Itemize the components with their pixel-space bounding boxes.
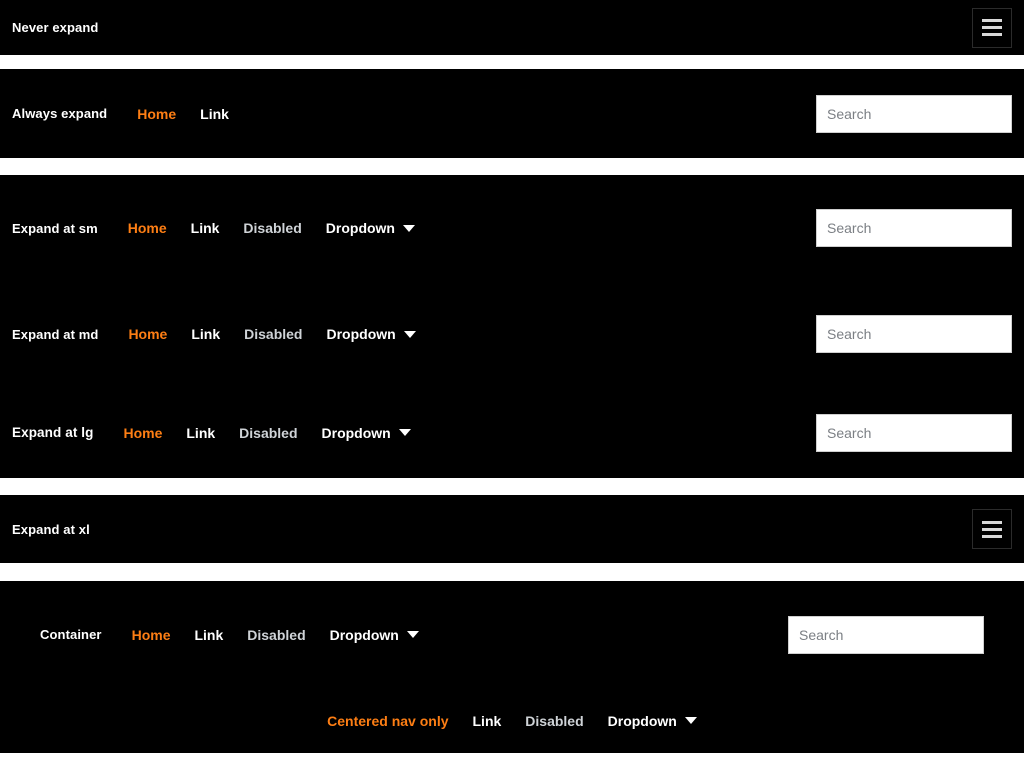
search-form <box>816 94 1012 133</box>
navbar-toggler-button[interactable] <box>972 509 1012 549</box>
navbar-inner: Always expand Home Link <box>12 94 1012 133</box>
search-form <box>788 615 984 654</box>
hamburger-icon-bar <box>982 26 1002 29</box>
nav-link-link[interactable]: Link <box>179 220 232 236</box>
nav-link-home[interactable]: Home <box>111 425 174 441</box>
chevron-down-icon <box>398 429 411 436</box>
hamburger-icon-bar <box>982 33 1002 36</box>
navbar-brand-expand-sm[interactable]: Expand at sm <box>12 221 98 236</box>
nav-link-dropdown-label: Dropdown <box>325 220 395 236</box>
navbar-expand-xl: Expand at xl <box>0 495 1024 563</box>
chevron-down-icon <box>403 330 416 338</box>
navbar-brand-expand-md[interactable]: Expand at md <box>12 327 98 342</box>
navbar-inner: Expand at xl <box>12 509 1012 549</box>
navbar-inner: Centered nav only Link Disabled Dropdown <box>12 713 1012 729</box>
nav-links: Home Link Disabled Dropdown <box>116 326 427 342</box>
nav-links: Home Link Disabled Dropdown <box>116 220 427 236</box>
search-input[interactable] <box>788 615 984 654</box>
navbar-always-expand: Always expand Home Link <box>0 69 1024 158</box>
nav-link-link[interactable]: Link <box>179 326 232 342</box>
nav-link-centered-nav-only[interactable]: Centered nav only <box>315 713 460 729</box>
nav-link-dropdown[interactable]: Dropdown <box>314 220 427 236</box>
nav-link-disabled: Disabled <box>243 220 302 236</box>
section-gap <box>0 158 1024 175</box>
navbar-inner: Never expand <box>12 7 1012 48</box>
navbar-never-expand: Never expand <box>0 0 1024 55</box>
navbar-brand-expand-lg[interactable]: Expand at lg <box>12 425 93 440</box>
nav-link-link[interactable]: Link <box>188 106 241 122</box>
section-gap <box>0 55 1024 69</box>
chevron-down-icon <box>403 224 415 232</box>
nav-link-link[interactable]: Link <box>461 713 514 729</box>
page-root: Never expand Always expand Home Link Exp… <box>0 0 1024 768</box>
search-form <box>816 413 1012 452</box>
navbar-expand-sm: Expand at sm Home Link Disabled Dropdown <box>0 175 1024 281</box>
hamburger-icon-bar <box>982 534 1002 538</box>
hamburger-icon-bar <box>982 520 1002 524</box>
search-form <box>816 315 1012 353</box>
nav-link-dropdown-label: Dropdown <box>607 712 677 729</box>
nav-link-dropdown-label: Dropdown <box>321 424 391 441</box>
navbar-brand-never-expand[interactable]: Never expand <box>12 20 98 35</box>
search-input[interactable] <box>816 315 1012 353</box>
navbar-centered: Centered nav only Link Disabled Dropdown <box>0 688 1024 753</box>
search-input[interactable] <box>816 209 1012 247</box>
chevron-down-icon <box>684 717 697 724</box>
hamburger-icon-bar <box>982 19 1002 22</box>
navbar-inner: Container Home Link Disabled Dropdown <box>40 615 984 654</box>
nav-link-dropdown-label: Dropdown <box>326 326 396 342</box>
navbar-brand-always-expand[interactable]: Always expand <box>12 106 107 121</box>
nav-link-dropdown[interactable]: Dropdown <box>310 425 423 441</box>
search-input[interactable] <box>816 94 1012 133</box>
search-input[interactable] <box>816 413 1012 452</box>
navbar-container: Container Home Link Disabled Dropdown <box>0 581 1024 688</box>
nav-links: Centered nav only Link Disabled Dropdown <box>315 713 709 729</box>
navbar-brand-expand-xl[interactable]: Expand at xl <box>12 522 90 537</box>
nav-link-home[interactable]: Home <box>120 627 183 643</box>
navbar-brand-container[interactable]: Container <box>40 627 102 642</box>
nav-link-home[interactable]: Home <box>116 326 179 342</box>
hamburger-icon-bar <box>982 527 1002 531</box>
nav-link-home[interactable]: Home <box>125 106 188 122</box>
navbar-inner: Expand at lg Home Link Disabled Dropdown <box>12 413 1012 452</box>
nav-link-disabled: Disabled <box>525 712 584 729</box>
navbar-expand-md: Expand at md Home Link Disabled Dropdown <box>0 281 1024 387</box>
nav-link-home[interactable]: Home <box>116 220 179 236</box>
nav-link-link[interactable]: Link <box>174 425 227 441</box>
navbar-inner: Expand at sm Home Link Disabled Dropdown <box>12 209 1012 247</box>
nav-link-disabled: Disabled <box>244 326 303 342</box>
section-gap <box>0 753 1024 768</box>
nav-link-link[interactable]: Link <box>182 627 235 643</box>
navbar-inner: Expand at md Home Link Disabled Dropdown <box>12 315 1012 353</box>
nav-links: Home Link Disabled Dropdown <box>120 627 431 643</box>
chevron-down-icon <box>406 631 419 638</box>
section-gap <box>0 563 1024 581</box>
navbar-toggler-button[interactable] <box>972 7 1012 48</box>
nav-link-disabled: Disabled <box>239 424 298 441</box>
nav-link-dropdown[interactable]: Dropdown <box>314 326 427 342</box>
section-gap <box>0 478 1024 495</box>
nav-link-dropdown[interactable]: Dropdown <box>318 627 431 643</box>
nav-link-dropdown[interactable]: Dropdown <box>596 713 709 729</box>
nav-links: Home Link <box>125 106 241 122</box>
nav-links: Home Link Disabled Dropdown <box>111 425 422 441</box>
navbar-expand-lg: Expand at lg Home Link Disabled Dropdown <box>0 387 1024 478</box>
search-form <box>816 209 1012 247</box>
nav-link-dropdown-label: Dropdown <box>329 626 399 643</box>
nav-link-disabled: Disabled <box>247 626 306 643</box>
